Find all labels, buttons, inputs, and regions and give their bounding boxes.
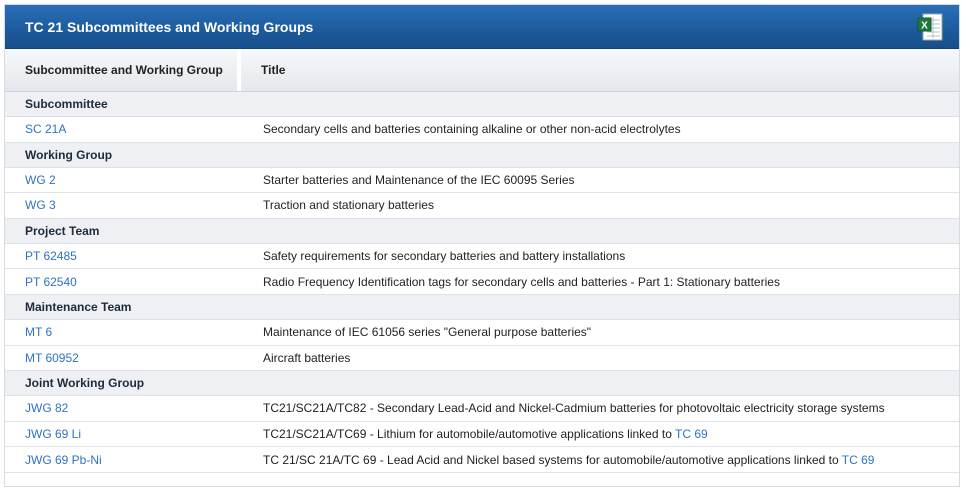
table-row: WG 2 Starter batteries and Maintenance of… — [5, 167, 959, 194]
table-body: Subcommittee SC 21A Secondary cells and ba… — [5, 92, 959, 473]
section-header: Maintenance Team — [5, 294, 959, 320]
row-title-cell: Secondary cells and batteries containing… — [245, 122, 681, 136]
section-header: Subcommittee — [5, 92, 959, 117]
table-row: JWG 69 Pb-Ni TC 21/SC 21A/TC 69 - Lead Ac… — [5, 447, 959, 473]
row-title: Maintenance of IEC 61056 series "General… — [263, 325, 592, 340]
table-row: SC 21A Secondary cells and batteries cont… — [5, 117, 959, 143]
row-title: Aircraft batteries — [263, 350, 351, 365]
row-title-cell: Aircraft batteries — [245, 351, 350, 365]
table-row: JWG 69 Li TC21/SC21A/TC69 - Lithium for a… — [5, 421, 959, 448]
panel-header: TC 21 Subcommittees and Working Groups X — [5, 5, 959, 49]
table-row: WG 3 Traction and stationary batteries — [5, 193, 959, 219]
group-code-link[interactable]: MT 60952 — [25, 351, 79, 365]
row-title: Radio Frequency Identification tags for … — [263, 274, 780, 289]
table-row: MT 60952 Aircraft batteries — [5, 345, 959, 372]
row-title-cell: TC 21/SC 21A/TC 69 - Lead Acid and Nicke… — [245, 453, 874, 467]
excel-export-icon[interactable]: X — [915, 11, 945, 43]
table-header: Subcommittee and Working Group Title — [5, 49, 959, 92]
group-code-link[interactable]: WG 2 — [25, 173, 56, 187]
row-title: Starter batteries and Maintenance of the… — [263, 172, 575, 187]
group-code-link[interactable]: JWG 69 Pb-Ni — [25, 453, 102, 467]
group-code-link[interactable]: WG 3 — [25, 198, 56, 212]
group-code-link[interactable]: MT 6 — [25, 325, 52, 339]
row-title-cell: TC21/SC21A/TC69 - Lithium for automobile… — [245, 427, 708, 441]
tc-link[interactable]: TC 69 — [675, 427, 708, 441]
row-title-cell: Traction and stationary batteries — [245, 198, 434, 212]
column-header-title[interactable]: Title — [241, 49, 285, 91]
row-title: TC21/SC21A/TC82 - Secondary Lead-Acid an… — [263, 401, 885, 416]
panel-title: TC 21 Subcommittees and Working Groups — [25, 19, 314, 35]
table-row: PT 62540 Radio Frequency Identification t… — [5, 269, 959, 295]
tc-link[interactable]: TC 69 — [842, 453, 875, 467]
row-title-cell: Maintenance of IEC 61056 series "General… — [245, 325, 591, 339]
group-code-link[interactable]: PT 62540 — [25, 275, 77, 289]
column-header-group[interactable]: Subcommittee and Working Group — [5, 49, 241, 91]
row-title-cell: Radio Frequency Identification tags for … — [245, 275, 780, 289]
table-row: JWG 82 TC21/SC21A/TC82 - Secondary Lead-A… — [5, 396, 959, 422]
section-header: Project Team — [5, 218, 959, 244]
row-title: Safety requirements for secondary batter… — [263, 249, 626, 264]
section-header: Working Group — [5, 142, 959, 168]
subcommittees-panel: TC 21 Subcommittees and Working Groups X… — [4, 4, 960, 487]
row-title: Secondary cells and batteries containing… — [263, 122, 681, 137]
group-code-link[interactable]: PT 62485 — [25, 249, 77, 263]
row-title: Traction and stationary batteries — [263, 198, 434, 213]
section-header: Joint Working Group — [5, 371, 959, 397]
svg-text:X: X — [921, 21, 928, 32]
row-title-cell: Starter batteries and Maintenance of the… — [245, 173, 575, 187]
row-title-cell: Safety requirements for secondary batter… — [245, 249, 625, 263]
row-title: TC21/SC21A/TC69 - Lithium for automobile… — [263, 427, 675, 442]
table-row: MT 6 Maintenance of IEC 61056 series "Gen… — [5, 319, 959, 346]
group-code-link[interactable]: JWG 69 Li — [25, 427, 81, 441]
table-row: PT 62485 Safety requirements for secondar… — [5, 243, 959, 270]
group-code-link[interactable]: SC 21A — [25, 122, 66, 136]
row-title: TC 21/SC 21A/TC 69 - Lead Acid and Nicke… — [263, 452, 842, 467]
row-title-cell: TC21/SC21A/TC82 - Secondary Lead-Acid an… — [245, 401, 885, 415]
group-code-link[interactable]: JWG 82 — [25, 401, 68, 415]
